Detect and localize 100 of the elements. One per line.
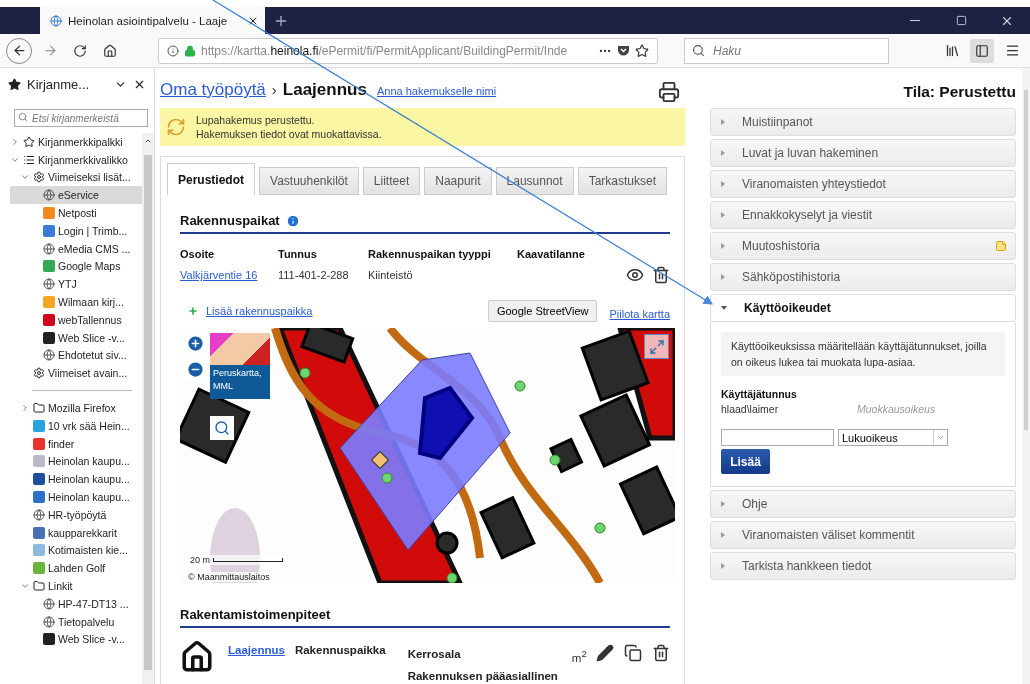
scrollbar[interactable] (142, 133, 154, 684)
star-icon (8, 77, 21, 91)
bookmark-item[interactable]: Linkit (10, 577, 142, 595)
operation-link[interactable]: Laajennus (228, 644, 285, 656)
bookmark-item[interactable]: Tietopalvelu (10, 612, 142, 631)
copy-button[interactable] (624, 644, 642, 662)
tab[interactable]: Vastuuhenkilöt (259, 167, 359, 195)
view-button[interactable] (626, 266, 644, 284)
search-field[interactable]: Haku (684, 37, 889, 64)
bookmark-item[interactable]: Heinolan kaupu... (10, 470, 142, 489)
print-button[interactable] (658, 81, 680, 103)
search-button[interactable] (210, 416, 234, 440)
column-label: Käyttäjätunnus (721, 388, 798, 400)
bookmark-item[interactable]: Kirjanmerkkipalkki (10, 133, 142, 151)
fullscreen-button[interactable] (644, 334, 669, 359)
bookmark-item[interactable]: Kotimaisten kie... (10, 541, 142, 560)
gear-icon (33, 171, 45, 184)
site-icon (50, 14, 62, 27)
username-input[interactable] (721, 429, 834, 446)
breadcrumb-link[interactable]: Oma työpöytä (160, 80, 266, 100)
section-title: Rakennuspaikat (180, 213, 280, 228)
accordion-header[interactable]: Muistiinpanot (710, 108, 1016, 136)
accordion-header[interactable]: Sähköpostihistoria (710, 263, 1016, 291)
info-icon[interactable] (285, 213, 300, 228)
bookmark-item[interactable]: Login | Trimb... (10, 222, 142, 240)
bookmark-item[interactable]: kaupparekkarit (10, 523, 142, 542)
scale-bar: 20 m (188, 555, 285, 565)
expand-icon (648, 338, 665, 355)
status-label: Tila: Perustettu (902, 82, 1016, 102)
section-title: Rakentamistoimenpiteet (180, 607, 331, 622)
rights-select[interactable]: Lukuoikeus (838, 429, 948, 446)
bookmark-item[interactable]: 10 vrk sää Hein... (10, 416, 142, 435)
library-icon (944, 43, 960, 58)
bookmark-item[interactable]: Netposti (10, 204, 142, 222)
browser-tab[interactable]: Heinolan asiointipalvelu - Laaje (40, 7, 265, 34)
accordion-header[interactable]: Viranomaisten väliset kommentit (710, 521, 1016, 549)
accordion-header[interactable]: Käyttöoikeudet (710, 294, 1016, 322)
delete-button[interactable] (652, 644, 670, 662)
lock-icon (184, 44, 196, 57)
bookmark-item[interactable]: Mozilla Firefox (10, 399, 142, 417)
bookmark-item[interactable]: Web Slice -v... (10, 328, 142, 347)
page-title: Laajennus (282, 80, 367, 100)
accordion-header[interactable]: Luvat ja luvan hakeminen (710, 139, 1016, 167)
accordion-header[interactable]: Ennakkokyselyt ja viestit (710, 201, 1016, 229)
sidebar-title[interactable]: Kirjanme... (27, 76, 108, 92)
bookmark-item[interactable]: Viimeiset avain... (10, 364, 142, 383)
tab[interactable]: Naapurit (424, 167, 492, 195)
sidebar-button[interactable] (970, 38, 994, 63)
accordion-header[interactable]: Muutoshistoria (710, 232, 1016, 260)
field-label: Rakennuksen pääasiallinen (407, 669, 558, 682)
bookmark-item[interactable]: Heinolan kaupu... (10, 488, 142, 506)
minimize-icon (910, 19, 920, 22)
delete-button[interactable] (652, 266, 670, 284)
globe-icon (43, 615, 55, 628)
bookmark-item[interactable]: Kirjanmerkkivalikko (10, 150, 142, 169)
bookmark-item[interactable]: YTJ (10, 275, 142, 294)
bookmark-item[interactable]: Ehdotetut siv... (10, 346, 142, 365)
folder-icon (33, 580, 45, 592)
streetview-button[interactable]: Google StreetView (487, 300, 598, 322)
new-tab-icon[interactable] (273, 13, 289, 29)
column-header: Osoite (180, 248, 216, 260)
layer-switcher[interactable]: Peruskartta, MML (210, 333, 270, 399)
tab[interactable]: Tarkastukset (577, 167, 667, 195)
add-button[interactable]: Lisää (721, 449, 770, 474)
accordion-header[interactable]: Ohje (710, 490, 1016, 518)
menu-icon (1004, 43, 1020, 58)
bookmark-item[interactable]: finder (10, 434, 142, 453)
refresh-icon (166, 117, 186, 137)
unit-label: m$^{2}$ (571, 648, 587, 664)
bookmark-item[interactable]: eMedia CMS ... (10, 239, 142, 258)
table-cell-text: Kiinteistö (368, 269, 414, 281)
tab[interactable]: Liitteet (362, 167, 421, 195)
rename-link[interactable]: Anna hakemukselle nimi (376, 85, 497, 97)
tab[interactable]: Lausunnot (495, 167, 574, 195)
add-site-link[interactable]: Lisää rakennuspaikka (206, 305, 313, 317)
accordion-header[interactable]: Viranomaisten yhteystiedot (710, 170, 1016, 198)
globe-icon (43, 597, 55, 610)
tab[interactable]: Perustiedot (167, 163, 255, 195)
bookmark-item[interactable]: HP-47-DT13 ... (10, 594, 142, 613)
bookmark-search-field[interactable]: Etsi kirjanmerkeistä (14, 109, 148, 127)
address-link[interactable]: Valkjärventie 16 (180, 269, 278, 281)
globe-icon (43, 242, 55, 255)
bookmark-item[interactable]: Viimeiseksi lisät... (10, 168, 142, 187)
bookmark-item[interactable]: Web Slice -v... (10, 630, 142, 649)
bookmark-item[interactable]: Google Maps (10, 257, 142, 276)
accordion-header[interactable]: Tarkista hankkeen tiedot (710, 552, 1016, 580)
globe-icon (43, 349, 55, 362)
star-icon[interactable] (635, 43, 649, 58)
bookmark-item[interactable]: HR-työpöytä (10, 505, 142, 524)
edit-button[interactable] (596, 644, 614, 662)
bookmark-item[interactable]: Lahden Golf (10, 559, 142, 578)
search-icon (692, 43, 705, 57)
pocket-icon[interactable] (617, 44, 630, 57)
column-header: Tunnus (278, 248, 318, 260)
bookmark-item[interactable]: webTallennus (10, 310, 142, 329)
hide-map-link[interactable]: Piilota kartta (609, 308, 670, 320)
user-name: hlaad\laimer (721, 403, 780, 415)
bookmark-item[interactable]: Heinolan kaupu... (10, 452, 142, 471)
bookmark-item[interactable]: eService (10, 186, 142, 205)
bookmark-item[interactable]: Wilmaan kirj... (10, 293, 142, 311)
